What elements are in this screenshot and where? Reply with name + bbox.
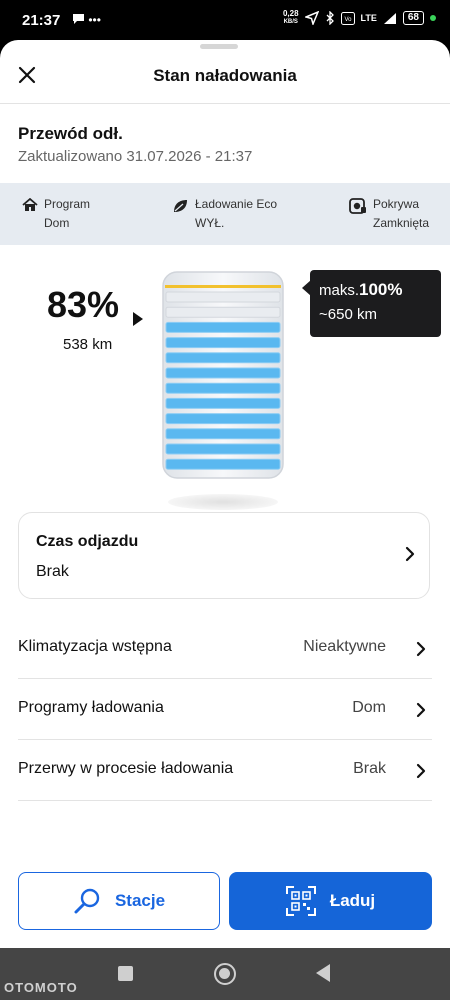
stations-label: Stacje [114,891,166,910]
max-percent: 100% [359,280,403,299]
qr-code-icon [285,886,316,916]
row-preconditioning[interactable]: Klimatyzacja wstępna Nieaktywne [18,618,432,679]
charge-flap-icon [349,198,366,214]
charge-label: Ładuj [329,891,376,910]
chat-bubble-icon [73,14,84,24]
battery-graphic [158,266,288,484]
battery-cell-charged [165,443,281,455]
row-value: Brak [353,760,386,777]
header-divider [0,103,450,104]
status-time: 21:37 [22,12,61,29]
home-plug-icon [22,198,38,211]
info-eco-charging: Ładowanie Eco WYŁ. [172,195,277,233]
bluetooth-icon [326,11,334,25]
departure-title: Czas odjazdu [36,533,139,550]
charge-status-sheet: Stan naładowania Przewód odł. Zaktualizo… [0,40,450,948]
lte-label: LTE [360,13,377,23]
page-title: Stan naładowania [153,66,297,85]
chevron-right-icon [416,763,426,779]
info-eco-label: Ładowanie Eco [195,197,278,211]
info-program: Program Dom [22,195,90,233]
search-icon [74,888,100,914]
battery-cell-empty [165,306,281,318]
network-speed: 0,28 KB/S [282,9,299,26]
watermark: OTOMOTO [4,980,78,995]
battery-cell-charged [165,458,281,470]
row-charging-breaks[interactable]: Przerwy w procesie ładowania Brak [18,740,432,801]
battery-cell-charged [165,413,281,425]
charge-level-pointer [133,312,143,326]
home-button[interactable] [214,963,236,985]
row-value: Nieaktywne [303,638,386,655]
cable-status: Przewód odł. [18,124,123,143]
battery-cell-charged [165,428,281,440]
departure-value: Brak [36,563,69,580]
max-label: maks. [319,282,360,299]
chevron-right-icon [405,546,415,562]
row-label: Klimatyzacja wstępna [18,638,172,655]
info-flap-label: Pokrywa [373,197,420,211]
departure-time-card[interactable]: Czas odjazdu Brak [18,512,430,599]
charge-button[interactable]: Ładuj [229,872,432,930]
info-flap-value: Zamknięta [373,216,430,230]
chevron-right-icon [416,702,426,718]
info-program-label: Program [44,197,91,211]
battery-cell-charged [165,397,281,409]
notification-icons: ••• [72,13,101,28]
charge-limit-line [165,285,281,288]
privacy-dot [430,15,436,21]
chevron-right-icon [416,641,426,657]
max-charge-tooltip: maks.100% ~650 km [302,270,441,337]
battery-cell-charged [165,367,281,379]
battery-cell-charged [165,321,281,333]
info-program-value: Dom [44,216,70,230]
battery-cell-charged [165,352,281,364]
volte-icon: Vo [340,11,355,25]
battery-shadow [168,494,278,510]
row-value: Dom [352,699,386,716]
battery-cell-charged [165,382,281,394]
info-charge-flap: Pokrywa Zamknięta [349,195,429,233]
current-range: 538 km [63,336,113,353]
info-eco-value: WYŁ. [195,216,225,230]
svg-text:Vo: Vo [344,17,352,23]
max-range: ~650 km [319,306,377,323]
sheet-drag-handle[interactable] [200,44,238,49]
row-label: Przerwy w procesie ładowania [18,760,234,777]
battery-indicator: 68 [402,11,424,25]
stations-button[interactable]: Stacje [18,872,220,930]
back-button[interactable] [316,964,330,982]
recents-button[interactable] [118,966,133,981]
dots-icon: ••• [88,13,101,27]
battery-cell-empty [165,291,281,303]
location-arrow-icon [304,11,319,25]
row-charging-programs[interactable]: Programy ładowania Dom [18,679,432,740]
status-info-bar: Program Dom Ładowanie Eco WYŁ. Pokrywa Z… [0,183,450,245]
row-label: Programy ładowania [18,699,164,716]
battery-cell-charged [165,337,281,349]
system-nav-bar: OTOMOTO [0,948,450,1000]
last-updated: Zaktualizowano 31.07.2026 - 21:37 [18,148,253,165]
signal-icon [383,12,396,24]
charge-percent: 83% [47,284,120,325]
status-bar: 21:37 ••• 0,28 KB/S Vo LTE 68 [0,0,450,40]
leaf-icon [174,200,187,212]
